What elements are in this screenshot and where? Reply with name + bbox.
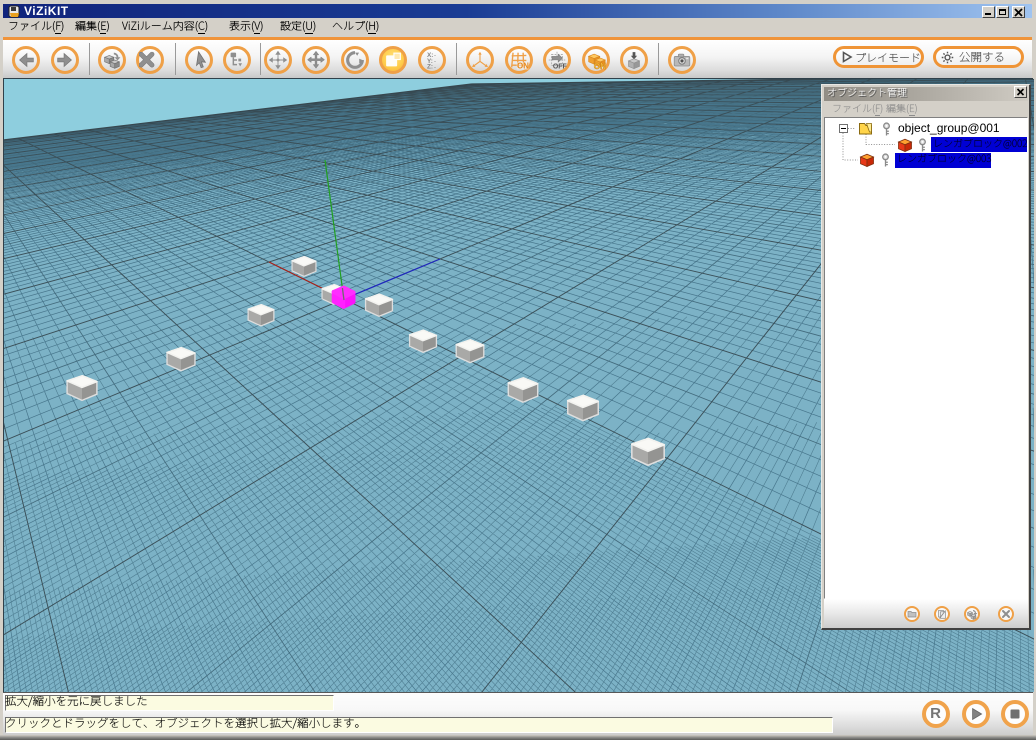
- svg-text:Z:: Z:: [426, 64, 432, 71]
- svg-text:..: ..: [433, 64, 435, 69]
- svg-text:ON: ON: [517, 62, 529, 71]
- svg-text:OFF: OFF: [553, 64, 567, 71]
- svg-text:ON: ON: [593, 62, 605, 71]
- svg-text:..: ..: [433, 58, 435, 63]
- svg-text:..: ..: [433, 52, 435, 57]
